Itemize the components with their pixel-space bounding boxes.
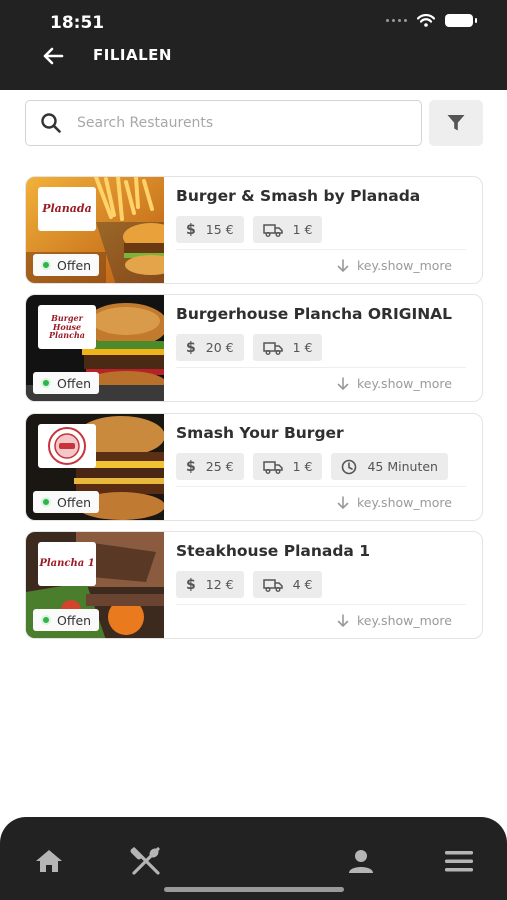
- restaurant-name: Smash Your Burger: [176, 424, 344, 442]
- smash-logo-icon: [48, 427, 86, 465]
- restaurant-utensils-icon: [130, 847, 160, 875]
- arrow-down-icon: [337, 613, 349, 627]
- dollar-icon: $: [186, 339, 196, 356]
- status-icons: [386, 14, 477, 27]
- restaurant-card[interactable]: Burger House Plancha Offen Burgerhouse P…: [25, 294, 483, 402]
- restaurant-image: Burger House Plancha Offen: [26, 295, 164, 401]
- signal-icon: [386, 19, 407, 22]
- back-button[interactable]: [40, 44, 66, 68]
- min-order-chip: $ 12 €: [176, 571, 244, 598]
- nav-restaurants[interactable]: [130, 847, 162, 875]
- open-dot-icon: [41, 615, 51, 625]
- status-badge: Offen: [33, 254, 100, 276]
- status-time: 18:51: [50, 13, 105, 33]
- menu-icon: [445, 851, 473, 872]
- home-icon: [36, 850, 62, 872]
- nav-profile[interactable]: [345, 847, 377, 875]
- delivery-truck-icon: [262, 223, 283, 237]
- restaurant-name: Burger & Smash by Planada: [176, 187, 421, 205]
- show-more-button[interactable]: key.show_more: [337, 376, 452, 391]
- delivery-truck-icon: [262, 341, 283, 355]
- show-more-button[interactable]: key.show_more: [337, 495, 452, 510]
- min-order-chip: $ 20 €: [176, 334, 244, 361]
- restaurant-image: Plancha 1 Offen: [26, 532, 164, 638]
- search-box[interactable]: [25, 100, 422, 146]
- restaurant-name: Steakhouse Planada 1: [176, 542, 371, 560]
- clock-icon: [342, 459, 357, 474]
- dollar-icon: $: [186, 221, 196, 238]
- card-divider: [176, 486, 466, 487]
- show-more-button[interactable]: key.show_more: [337, 613, 452, 628]
- delivery-truck-icon: [262, 578, 283, 592]
- delivery-fee-chip: 4 €: [252, 571, 323, 598]
- status-badge: Offen: [33, 491, 100, 513]
- restaurant-logo: Burger House Plancha: [38, 305, 96, 349]
- restaurant-card[interactable]: Planada Offen Burger & Smash by Planada …: [25, 176, 483, 284]
- app-header: 18:51 FILIALEN: [0, 0, 507, 90]
- min-order-chip: $ 25 €: [176, 453, 244, 480]
- card-divider: [176, 367, 466, 368]
- restaurant-name: Burgerhouse Plancha ORIGINAL: [176, 305, 453, 323]
- delivery-fee-chip: 1 €: [252, 453, 323, 480]
- arrow-down-icon: [337, 258, 349, 272]
- min-order-chip: $ 15 €: [176, 216, 244, 243]
- dollar-icon: $: [186, 458, 196, 475]
- search-input[interactable]: [77, 111, 407, 135]
- restaurant-logo: Plancha 1: [38, 542, 96, 586]
- restaurant-logo: Planada: [38, 187, 96, 231]
- restaurant-image: Offen: [26, 414, 164, 520]
- delivery-fee-chip: 1 €: [252, 216, 323, 243]
- filter-button[interactable]: [429, 100, 483, 146]
- search-icon: [41, 113, 61, 133]
- status-badge: Offen: [33, 372, 100, 394]
- restaurant-card[interactable]: Offen Smash Your Burger $ 25 € 1 € 45 Mi…: [25, 413, 483, 521]
- wifi-icon: [417, 14, 435, 27]
- dollar-icon: $: [186, 576, 196, 593]
- delivery-time-chip: 45 Minuten: [331, 453, 448, 480]
- nav-menu[interactable]: [443, 847, 475, 875]
- card-divider: [176, 604, 466, 605]
- battery-icon: [445, 14, 477, 27]
- delivery-fee-chip: 1 €: [252, 334, 323, 361]
- status-badge: Offen: [33, 609, 100, 631]
- home-indicator: [164, 887, 344, 892]
- open-dot-icon: [41, 378, 51, 388]
- open-dot-icon: [41, 497, 51, 507]
- restaurant-card[interactable]: Plancha 1 Offen Steakhouse Planada 1 $ 1…: [25, 531, 483, 639]
- show-more-button[interactable]: key.show_more: [337, 258, 452, 273]
- arrow-down-icon: [337, 495, 349, 509]
- bottom-navigation: [0, 817, 507, 900]
- nav-home[interactable]: [33, 847, 65, 875]
- arrow-down-icon: [337, 376, 349, 390]
- card-divider: [176, 249, 466, 250]
- restaurant-logo: [38, 424, 96, 468]
- delivery-truck-icon: [262, 460, 283, 474]
- restaurant-image: Planada Offen: [26, 177, 164, 283]
- open-dot-icon: [41, 260, 51, 270]
- user-icon: [349, 850, 373, 873]
- page-title: FILIALEN: [93, 46, 172, 64]
- filter-icon: [447, 115, 465, 131]
- arrow-left-icon: [43, 47, 64, 65]
